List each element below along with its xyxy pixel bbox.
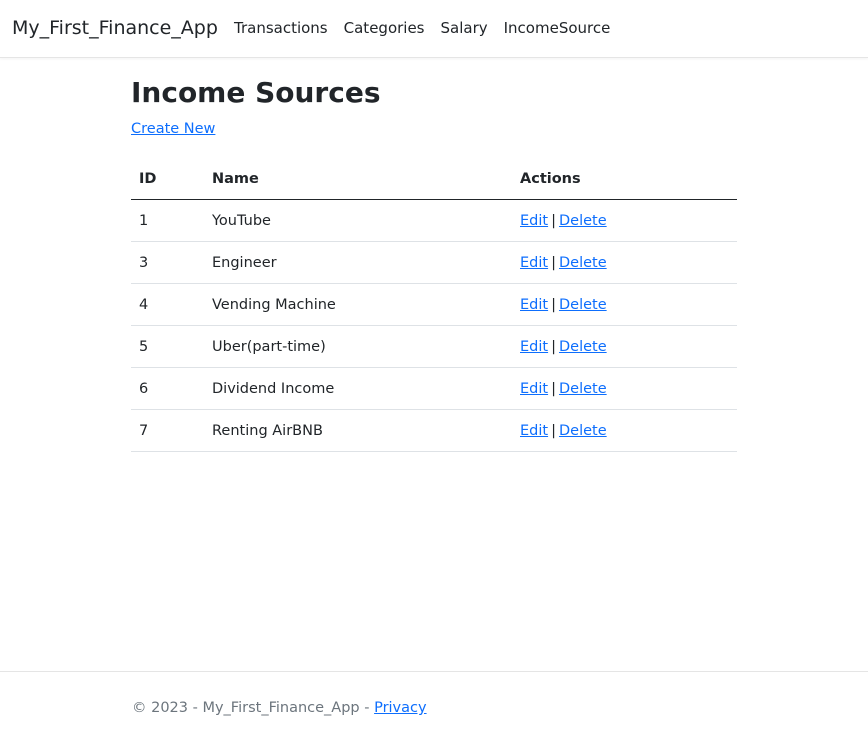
action-separator: | xyxy=(551,212,556,229)
row-actions: Edit | Delete xyxy=(512,199,737,242)
table-row: 4 Vending Machine Edit | Delete xyxy=(131,283,737,326)
row-id: 1 xyxy=(131,199,204,242)
footer: © 2023 - My_First_Finance_App - Privacy xyxy=(0,671,868,741)
action-separator: | xyxy=(551,254,556,271)
row-id: 4 xyxy=(131,283,204,326)
table-header-row: ID Name Actions xyxy=(131,159,737,200)
row-name: Uber(part-time) xyxy=(204,325,512,368)
row-id: 5 xyxy=(131,325,204,368)
table-row: 7 Renting AirBNB Edit | Delete xyxy=(131,409,737,452)
nav-link-categories[interactable]: Categories xyxy=(344,19,425,37)
action-separator: | xyxy=(551,422,556,439)
table-row: 1 YouTube Edit | Delete xyxy=(131,199,737,242)
row-name: Dividend Income xyxy=(204,367,512,410)
edit-link[interactable]: Edit xyxy=(520,381,548,397)
create-new-link[interactable]: Create New xyxy=(131,121,215,137)
delete-link[interactable]: Delete xyxy=(559,339,607,355)
page: My_First_Finance_App Transactions Catego… xyxy=(0,0,868,741)
row-name: Renting AirBNB xyxy=(204,409,512,452)
row-actions: Edit | Delete xyxy=(512,367,737,410)
delete-link[interactable]: Delete xyxy=(559,381,607,397)
row-actions: Edit | Delete xyxy=(512,325,737,368)
delete-link[interactable]: Delete xyxy=(559,297,607,313)
row-name: Vending Machine xyxy=(204,283,512,326)
row-actions: Edit | Delete xyxy=(512,409,737,452)
edit-link[interactable]: Edit xyxy=(520,255,548,271)
row-id: 6 xyxy=(131,367,204,410)
footer-text-container: © 2023 - My_First_Finance_App - Privacy xyxy=(132,700,427,716)
nav-link-transactions[interactable]: Transactions xyxy=(234,19,328,37)
table-row: 6 Dividend Income Edit | Delete xyxy=(131,367,737,410)
navbar: My_First_Finance_App Transactions Catego… xyxy=(0,0,868,58)
edit-link[interactable]: Edit xyxy=(520,423,548,439)
delete-link[interactable]: Delete xyxy=(559,213,607,229)
header-id: ID xyxy=(131,159,204,200)
nav-menu: Transactions Categories Salary IncomeSou… xyxy=(234,19,610,37)
edit-link[interactable]: Edit xyxy=(520,297,548,313)
row-name: YouTube xyxy=(204,199,512,242)
row-name: Engineer xyxy=(204,241,512,284)
edit-link[interactable]: Edit xyxy=(520,213,548,229)
row-id: 3 xyxy=(131,241,204,284)
privacy-link[interactable]: Privacy xyxy=(374,700,427,716)
income-sources-table: ID Name Actions 1 YouTube Edit | Delete 3 … xyxy=(131,159,737,452)
table-row: 3 Engineer Edit | Delete xyxy=(131,241,737,284)
action-separator: | xyxy=(551,296,556,313)
action-separator: | xyxy=(551,338,556,355)
page-title: Income Sources xyxy=(131,76,381,109)
action-separator: | xyxy=(551,380,556,397)
delete-link[interactable]: Delete xyxy=(559,423,607,439)
brand-link[interactable]: My_First_Finance_App xyxy=(12,17,218,39)
nav-link-salary[interactable]: Salary xyxy=(441,19,488,37)
header-name: Name xyxy=(204,159,512,200)
row-actions: Edit | Delete xyxy=(512,241,737,284)
row-id: 7 xyxy=(131,409,204,452)
edit-link[interactable]: Edit xyxy=(520,339,548,355)
table-row: 5 Uber(part-time) Edit | Delete xyxy=(131,325,737,368)
delete-link[interactable]: Delete xyxy=(559,255,607,271)
footer-copyright: © 2023 - My_First_Finance_App - xyxy=(132,700,375,716)
row-actions: Edit | Delete xyxy=(512,283,737,326)
main-content: Income Sources Create New ID Name Action… xyxy=(131,74,737,452)
header-actions: Actions xyxy=(512,159,737,200)
nav-link-incomesource[interactable]: IncomeSource xyxy=(504,19,611,37)
